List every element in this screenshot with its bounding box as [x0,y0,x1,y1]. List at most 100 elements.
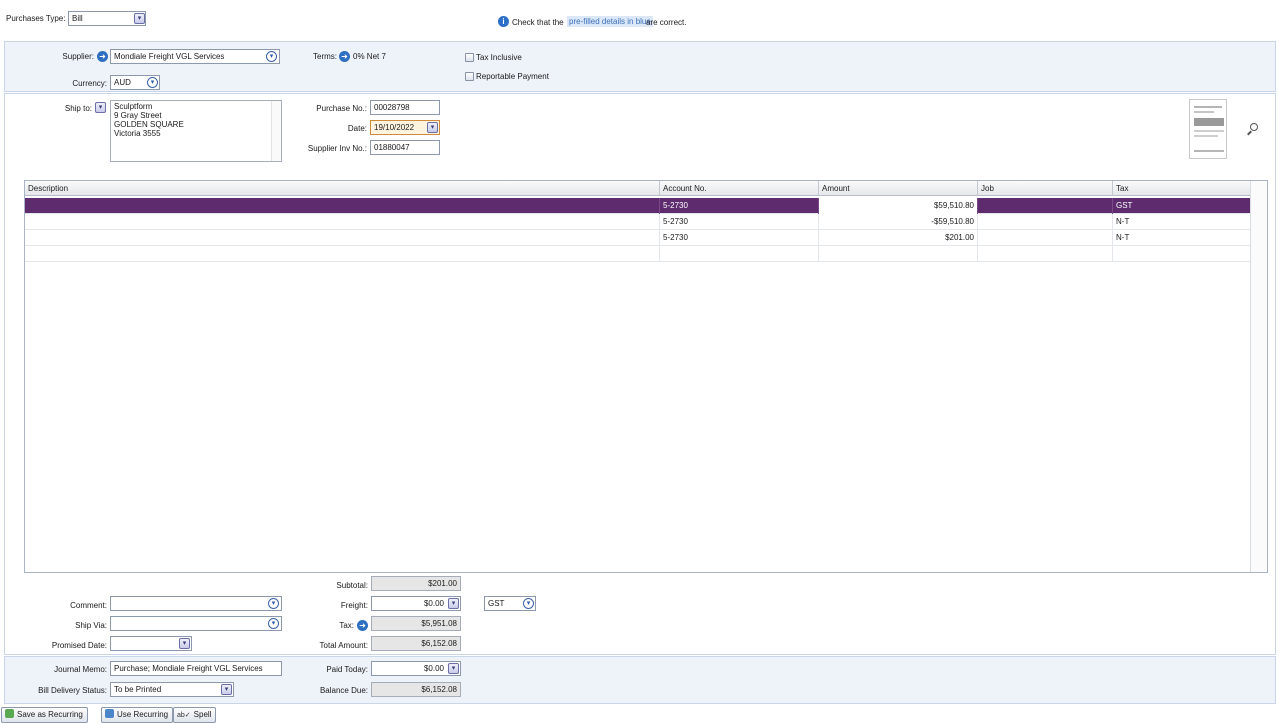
total-amount-label: Total Amount: [319,641,368,650]
supplier-arrow-icon[interactable]: ➜ [97,51,108,62]
header-amount[interactable]: Amount [819,181,978,196]
date-label: Date: [347,124,367,133]
ship-via-input[interactable] [110,616,282,631]
info-message-highlight: pre-filled details in blue [567,16,653,27]
cell-amount[interactable] [819,246,978,262]
purchase-no-label: Purchase No.: [316,104,367,113]
cell-description[interactable] [25,198,660,214]
cell-description[interactable] [25,214,660,230]
header-job[interactable]: Job [978,181,1113,196]
cell-description[interactable] [25,246,660,262]
ship-to-textarea[interactable]: Sculptform 9 Gray Street GOLDEN SQUARE V… [110,100,282,162]
terms-label: Terms: [313,52,337,61]
thumbnail-line [1194,135,1218,137]
save-as-recurring-label: Save as Recurring [17,710,83,719]
chevron-down-icon[interactable]: ▾ [134,13,145,24]
tax-inclusive-label: Tax Inclusive [476,53,522,62]
cell-account[interactable]: 5-2730 [660,214,819,230]
balance-due-value: $6,152.08 [371,682,461,697]
document-thumbnail[interactable] [1189,99,1227,159]
bill-delivery-select[interactable]: To be Printed [110,682,234,697]
cell-tax[interactable]: GST [1113,198,1251,214]
save-as-recurring-button[interactable]: Save as Recurring [1,707,88,723]
header-description[interactable]: Description [25,181,660,196]
cell-account[interactable]: 5-2730 [660,230,819,246]
cell-amount[interactable]: -$59,510.80 [819,214,978,230]
tax-arrow-icon[interactable]: ➜ [357,620,368,631]
terms-arrow-icon[interactable]: ➜ [339,51,350,62]
cell-description[interactable] [25,230,660,246]
table-row-empty[interactable] [25,246,1267,262]
ship-via-label: Ship Via: [75,621,107,630]
thumbnail-block [1194,118,1224,126]
supplier-input[interactable]: Mondiale Freight VGL Services [110,49,280,64]
thumbnail-line [1194,106,1222,108]
table-header: Description Account No. Amount Job Tax [25,181,1267,196]
table-row[interactable]: 5-2730 -$59,510.80 N-T [25,214,1267,230]
ship-to-dropdown-icon[interactable]: ▾ [95,102,106,113]
tax-inclusive-checkbox[interactable] [465,53,474,62]
header-tax[interactable]: Tax [1113,181,1251,196]
subtotal-label: Subtotal: [336,581,368,590]
supplier-inv-input[interactable]: 01880047 [370,140,440,155]
freight-tax-lookup-icon[interactable]: ▾ [523,598,534,609]
spell-button[interactable]: ab✓ Spell [173,707,217,723]
textarea-scrollbar[interactable] [271,101,281,161]
cell-account[interactable]: 5-2730 [660,198,819,214]
thumbnail-line [1194,111,1214,113]
ship-to-line: Sculptform [114,102,153,111]
info-icon: i [498,16,509,27]
thumbnail-line [1194,150,1224,152]
paid-today-dropdown-icon[interactable]: ▾ [448,663,459,674]
cell-tax[interactable] [1113,246,1251,262]
cell-amount[interactable]: $59,510.80 [819,198,978,214]
cell-job[interactable] [978,214,1113,230]
journal-memo-label: Journal Memo: [54,665,107,674]
freight-label: Freight: [340,601,368,610]
cell-account[interactable] [660,246,819,262]
recurring-save-icon [5,709,14,718]
use-recurring-button[interactable]: Use Recurring [101,707,174,723]
ship-to-line: 9 Gray Street [114,111,162,120]
zoom-icon[interactable] [1247,123,1259,136]
ship-to-line: Victoria 3555 [114,129,161,138]
recurring-use-icon [105,709,114,718]
cell-amount[interactable]: $201.00 [819,230,978,246]
header-account[interactable]: Account No. [660,181,819,196]
chevron-down-icon[interactable]: ▾ [221,684,232,695]
total-amount-value: $6,152.08 [371,636,461,651]
supplier-inv-label: Supplier Inv No.: [307,144,367,153]
balance-due-label: Balance Due: [319,686,368,695]
ship-to-line: GOLDEN SQUARE [114,120,184,129]
reportable-payment-label: Reportable Payment [476,72,549,81]
info-message-prefix: Check that the [512,18,564,27]
cell-tax[interactable]: N-T [1113,230,1251,246]
journal-memo-input[interactable]: Purchase; Mondiale Freight VGL Services [110,661,282,676]
promised-date-label: Promised Date: [51,641,107,650]
comment-label: Comment: [70,601,107,610]
purchase-no-input[interactable]: 00028798 [370,100,440,115]
supplier-lookup-icon[interactable]: ▾ [266,51,277,62]
ship-to-label: Ship to: [64,104,92,113]
currency-label: Currency: [72,79,107,88]
cell-tax[interactable]: N-T [1113,214,1251,230]
calendar-dropdown-icon[interactable]: ▾ [179,638,190,649]
reportable-payment-checkbox[interactable] [465,72,474,81]
calendar-dropdown-icon[interactable]: ▾ [427,122,438,133]
table-row[interactable]: 5-2730 $59,510.80 GST [25,198,1267,214]
use-recurring-label: Use Recurring [117,710,169,719]
comment-input[interactable] [110,596,282,611]
cell-job[interactable] [978,198,1113,214]
bill-delivery-label: Bill Delivery Status: [38,686,107,695]
thumbnail-line [1194,130,1224,132]
table-row[interactable]: 5-2730 $201.00 N-T [25,230,1267,246]
tax-label: Tax: [339,621,354,630]
currency-lookup-icon[interactable]: ▾ [147,77,158,88]
freight-dropdown-icon[interactable]: ▾ [448,598,459,609]
comment-lookup-icon[interactable]: ▾ [268,598,279,609]
table-scrollbar[interactable] [1250,181,1267,572]
cell-job[interactable] [978,246,1113,262]
ship-via-lookup-icon[interactable]: ▾ [268,618,279,629]
bill-lines-table: Description Account No. Amount Job Tax 5… [24,180,1268,573]
cell-job[interactable] [978,230,1113,246]
